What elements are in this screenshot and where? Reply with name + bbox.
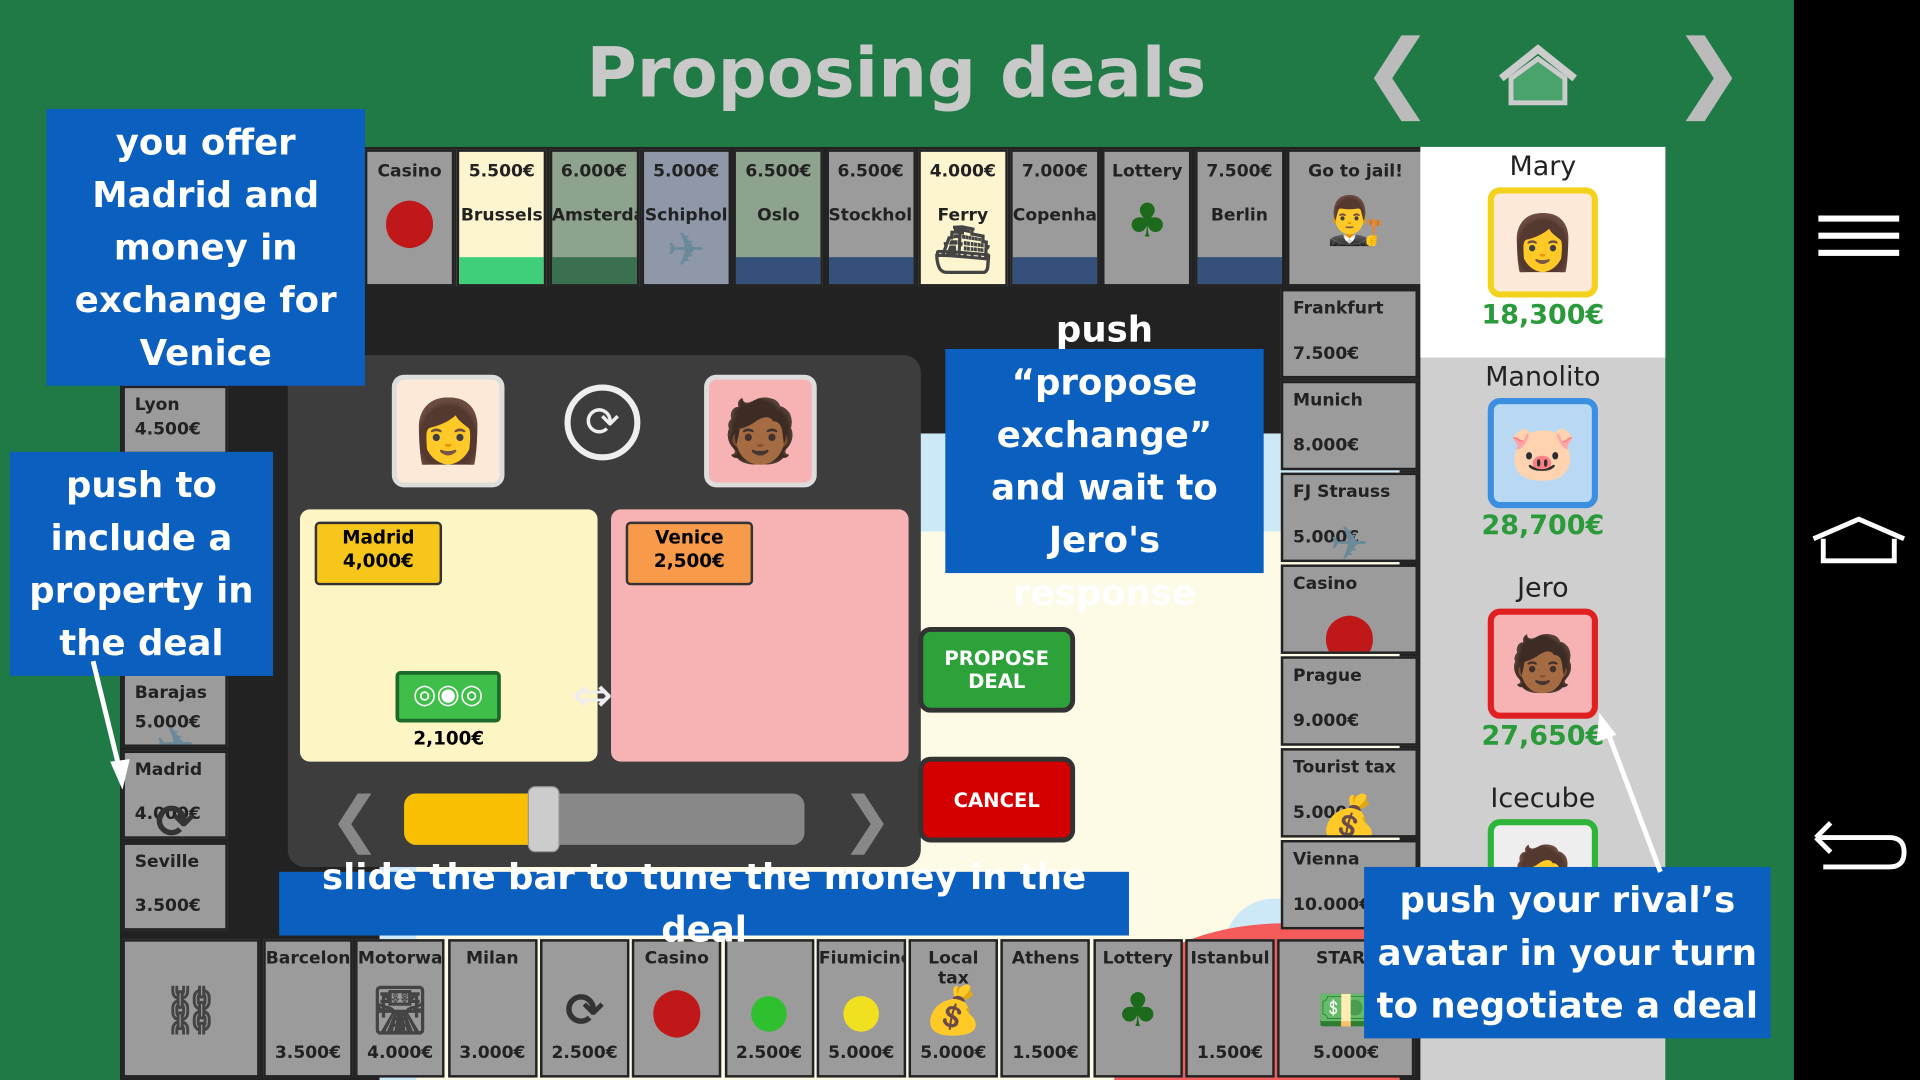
android-home-icon[interactable]: [1809, 514, 1909, 565]
android-back-icon[interactable]: [1811, 818, 1909, 872]
system-navigation-bar: [1793, 0, 1920, 1080]
game-screen: Proposing deals ❮ ❯ Casino ⬤ 5.500€ Brussel…: [0, 0, 1920, 1080]
hamburger-menu-icon[interactable]: [1818, 215, 1900, 258]
pointer-arrows: [90, 660, 1663, 873]
